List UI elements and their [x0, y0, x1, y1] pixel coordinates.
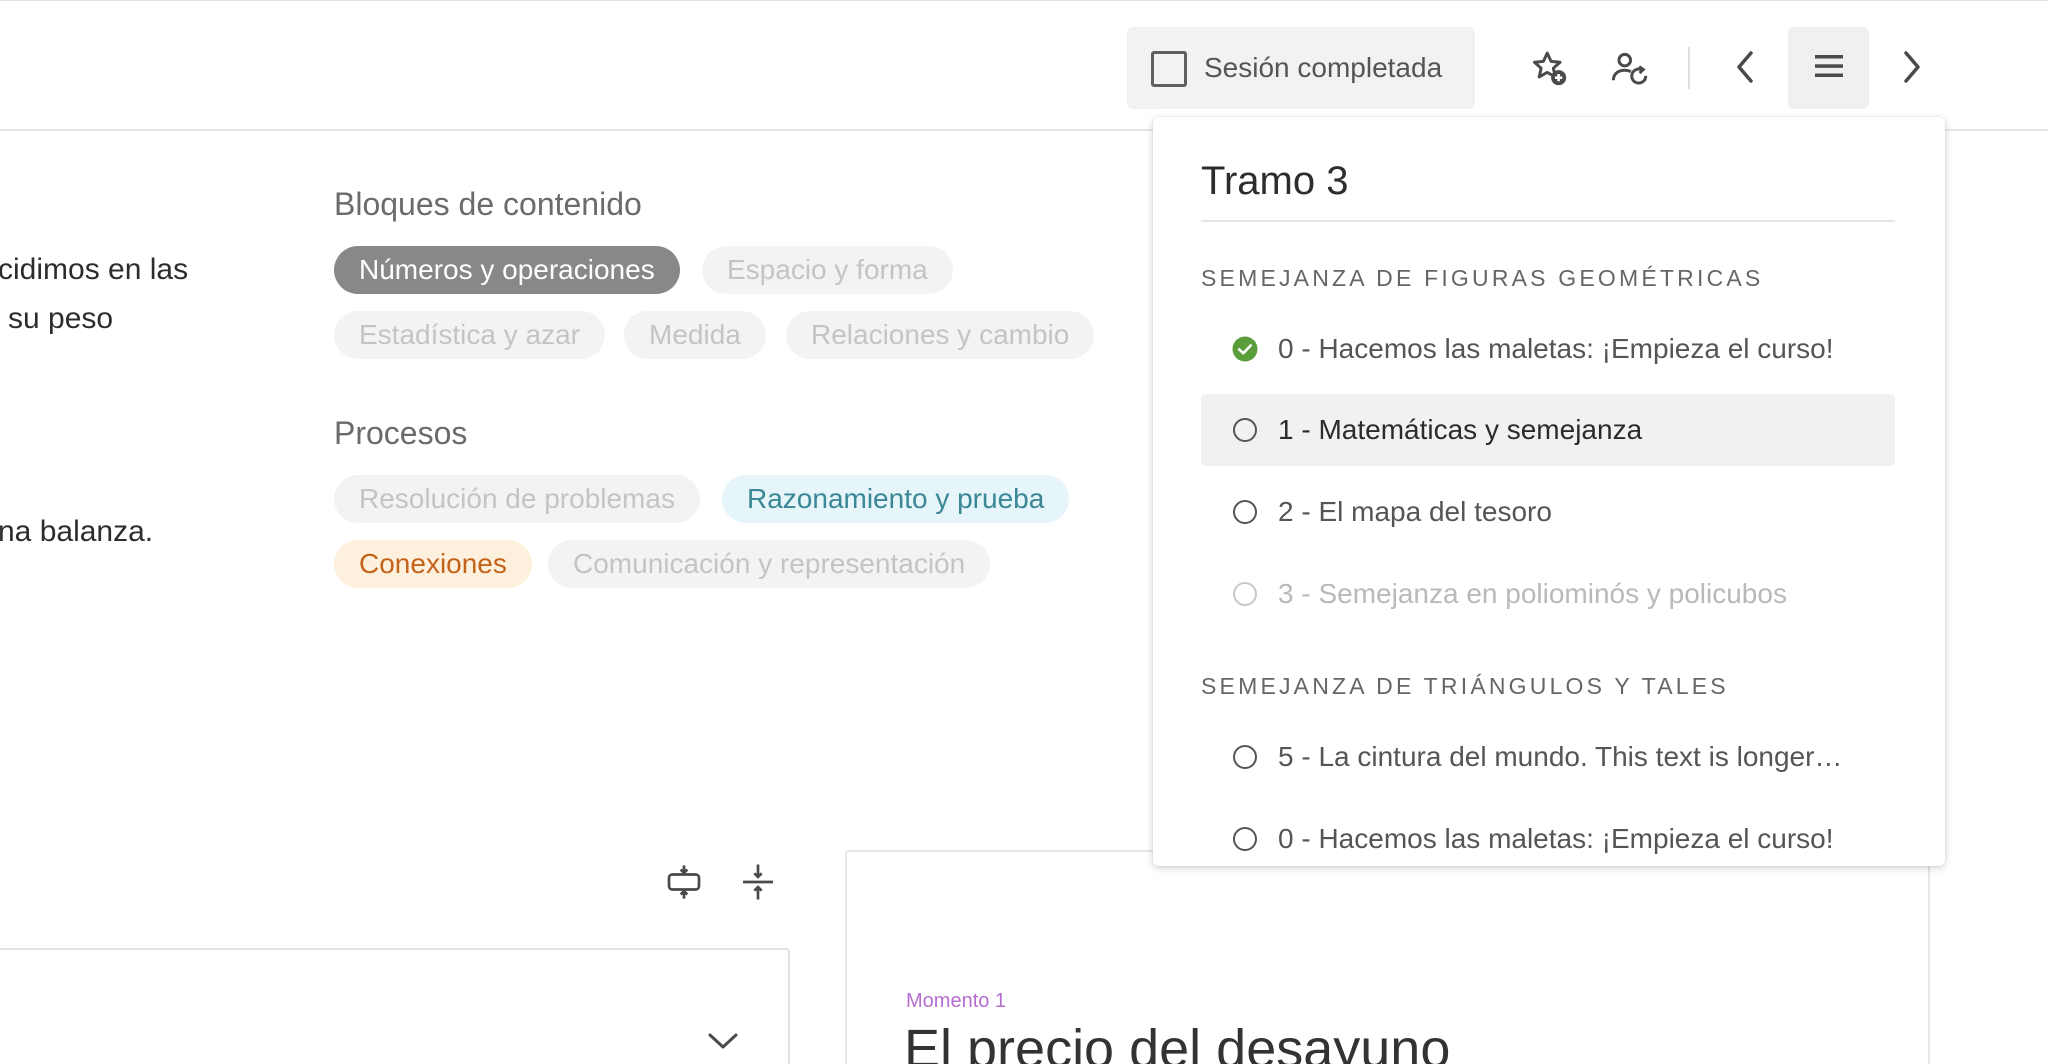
lesson-item[interactable]: 0 - Hacemos las maletas: ¡Empieza el cur…	[1201, 313, 1895, 385]
description-text-line: su peso	[8, 302, 114, 335]
lesson-label: 0 - Hacemos las maletas: ¡Empieza el cur…	[1278, 333, 1834, 364]
process-tag[interactable]: Comunicación y representación	[548, 540, 991, 588]
lessons-dropdown-panel: Tramo 3 SEMEJANZA DE FIGURAS GEOMÉTRICAS…	[1153, 117, 1945, 866]
panel-title: Tramo 3	[1201, 159, 1349, 203]
lesson-label: 2 - El mapa del tesoro	[1278, 496, 1552, 527]
radio-icon	[1233, 418, 1257, 442]
content-block-tag[interactable]: Espacio y forma	[702, 246, 953, 294]
session-complete-label: Sesión completada	[1204, 52, 1443, 83]
lesson-item[interactable]: 1 - Matemáticas y semejanza	[1201, 394, 1895, 466]
star-add-icon[interactable]	[1526, 45, 1572, 91]
radio-icon	[1233, 827, 1257, 851]
user-refresh-icon[interactable]	[1607, 45, 1653, 91]
expand-icon[interactable]	[664, 862, 704, 907]
checkbox-icon[interactable]	[1151, 51, 1187, 87]
lesson-item[interactable]: 2 - El mapa del tesoro	[1201, 476, 1895, 548]
process-tag[interactable]: Resolución de problemas	[334, 475, 700, 523]
radio-icon	[1233, 500, 1257, 524]
panel-divider	[1201, 220, 1895, 222]
menu-icon	[1813, 52, 1845, 85]
content-block-tag[interactable]: Números y operaciones	[334, 246, 680, 294]
content-block-tag[interactable]: Medida	[624, 311, 766, 359]
lesson-label: 0 - Hacemos las maletas: ¡Empieza el cur…	[1278, 823, 1834, 854]
toolbar-divider	[1688, 47, 1690, 89]
description-text-line: na balanza.	[0, 515, 154, 548]
radio-icon	[1233, 582, 1257, 606]
lesson-group-title: SEMEJANZA DE TRIÁNGULOS Y TALES	[1201, 673, 1729, 699]
lesson-item: 3 - Semejanza en poliominós y policubos	[1201, 558, 1895, 630]
process-tag[interactable]: Conexiones	[334, 540, 532, 588]
collapse-icon[interactable]	[738, 862, 778, 907]
lesson-item[interactable]: 5 - La cintura del mundo. This text is l…	[1201, 721, 1895, 793]
content-block-tag[interactable]: Relaciones y cambio	[786, 311, 1095, 359]
processes-title: Procesos	[334, 415, 468, 451]
check-circle-icon	[1232, 336, 1258, 367]
lesson-group-title: SEMEJANZA DE FIGURAS GEOMÉTRICAS	[1201, 265, 1764, 291]
menu-button[interactable]	[1788, 27, 1869, 109]
top-bar: Sesión completada	[0, 0, 2048, 131]
collapsible-card	[0, 948, 790, 1064]
lesson-label: 3 - Semejanza en poliominós y policubos	[1278, 578, 1787, 609]
lesson-item[interactable]: 0 - Hacemos las maletas: ¡Empieza el cur…	[1201, 803, 1895, 866]
description-text-line: cidimos en las	[0, 253, 189, 286]
radio-icon	[1233, 745, 1257, 769]
chevron-down-icon[interactable]	[706, 1030, 740, 1057]
content-blocks-title: Bloques de contenido	[334, 186, 642, 222]
moment-label: Momento 1	[906, 990, 1007, 1012]
session-complete-toggle[interactable]: Sesión completada	[1127, 27, 1475, 109]
chevron-right-icon[interactable]	[1891, 47, 1931, 87]
moment-title: El precio del desayuno	[904, 1019, 1451, 1064]
lesson-label: 1 - Matemáticas y semejanza	[1278, 414, 1643, 445]
process-tag[interactable]: Razonamiento y prueba	[722, 475, 1070, 523]
chevron-left-icon[interactable]	[1726, 47, 1766, 87]
content-block-tag[interactable]: Estadística y azar	[334, 311, 605, 359]
lesson-label: 5 - La cintura del mundo. This text is l…	[1278, 741, 1843, 772]
